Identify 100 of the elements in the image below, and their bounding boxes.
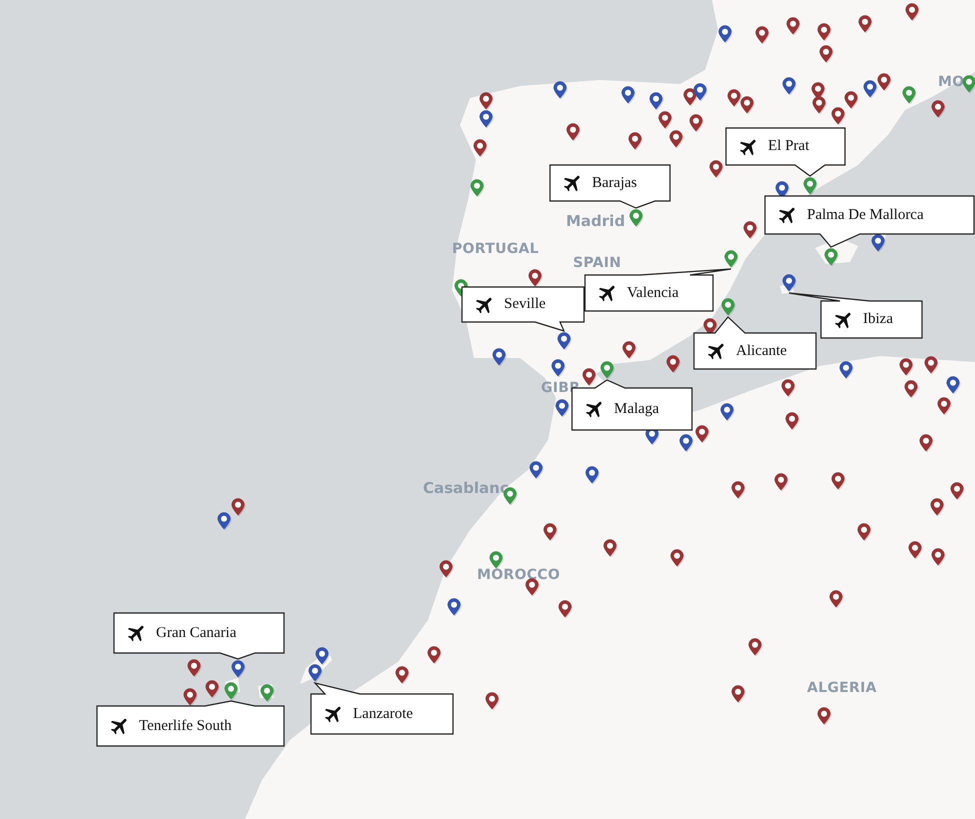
map-pin-icon[interactable] (479, 110, 493, 128)
map-pin-icon[interactable] (447, 598, 461, 616)
map-pin-icon[interactable] (525, 578, 539, 596)
map-pin-icon[interactable] (709, 160, 723, 178)
map-pin-icon[interactable] (748, 638, 762, 656)
airport-name: Valencia (627, 284, 679, 302)
map-pin-icon[interactable] (669, 130, 683, 148)
map-pin-icon[interactable] (529, 461, 543, 479)
map-pin-icon[interactable] (585, 466, 599, 484)
map-pin-icon[interactable] (621, 86, 635, 104)
map-pin-icon[interactable] (557, 332, 571, 350)
airport-name: Malaga (614, 400, 659, 418)
airport-name: Alicante (736, 342, 787, 360)
airport-name: Tenerlife South (139, 718, 232, 734)
map-pin-icon[interactable] (720, 403, 734, 421)
map-pin-icon[interactable] (528, 269, 542, 287)
map-pin-icon[interactable] (492, 348, 506, 366)
map-pin-icon[interactable] (693, 83, 707, 101)
map-pin-icon[interactable] (231, 660, 245, 678)
map-pin-icon[interactable] (755, 26, 769, 44)
map-pin-icon[interactable] (666, 355, 680, 373)
map-pin-icon[interactable] (187, 659, 201, 677)
map-pin-icon[interactable] (743, 221, 757, 239)
map-pin-icon[interactable] (217, 512, 231, 530)
map-pin-icon[interactable] (670, 549, 684, 567)
map-pin-icon[interactable] (857, 523, 871, 541)
map-pin-icon[interactable] (308, 664, 322, 682)
map-pin-icon[interactable] (899, 358, 913, 376)
map-pin-icon[interactable] (566, 123, 580, 141)
airport-name: El Prat (768, 138, 810, 155)
map-pin-icon[interactable] (485, 692, 499, 710)
map-pin-icon[interactable] (740, 96, 754, 114)
map-pin-icon[interactable] (924, 356, 938, 374)
airport-name: Lanzarote (353, 706, 413, 722)
country-label: PORTUGAL (452, 241, 539, 257)
map-pin-icon[interactable] (919, 434, 933, 452)
map-pin-icon[interactable] (427, 646, 441, 664)
map-pin-icon[interactable] (205, 680, 219, 698)
map-pin-icon[interactable] (930, 498, 944, 516)
map-pin-icon[interactable] (946, 376, 960, 394)
map-pin-icon[interactable] (718, 25, 732, 43)
country-label: SPAIN (573, 255, 622, 271)
map-pin-icon[interactable] (905, 3, 919, 21)
map-pin-icon[interactable] (831, 472, 845, 490)
map-pin-icon[interactable] (553, 81, 567, 99)
city-label: Madrid (566, 213, 626, 229)
map-pin-icon[interactable] (839, 361, 853, 379)
city-label: Casablanc (423, 480, 509, 496)
map-pin-icon[interactable] (829, 590, 843, 608)
map-pin-icon[interactable] (785, 412, 799, 430)
map-pin-icon[interactable] (786, 17, 800, 35)
map-pin-icon[interactable] (819, 45, 833, 63)
map-pin-icon[interactable] (622, 341, 636, 359)
airport-name: Ibiza (863, 311, 893, 328)
map-pin-icon[interactable] (937, 397, 951, 415)
map-pin-icon[interactable] (858, 15, 872, 33)
map-pin-icon[interactable] (183, 688, 197, 706)
map-pin-icon[interactable] (817, 707, 831, 725)
country-label: MO (938, 74, 964, 90)
map-pin-icon[interactable] (831, 107, 845, 125)
country-label: MOROCCO (477, 567, 560, 583)
map-pin-icon[interactable] (649, 92, 663, 110)
map-pin-icon[interactable] (863, 80, 877, 98)
airport-name: Seville (504, 296, 546, 313)
map-pin-icon[interactable] (844, 91, 858, 109)
map-pin-icon[interactable] (479, 92, 493, 110)
map-pin-icon[interactable] (877, 73, 891, 91)
country-label: ALGERIA (807, 680, 877, 696)
map-pin-icon[interactable] (931, 100, 945, 118)
map-pin-icon[interactable] (904, 380, 918, 398)
map-pin-icon[interactable] (774, 473, 788, 491)
map-pin-icon[interactable] (551, 359, 565, 377)
map-pin-icon[interactable] (658, 111, 672, 129)
map-pin-icon[interactable] (558, 600, 572, 618)
map-pin-icon[interactable] (543, 523, 557, 541)
map-pin-icon[interactable] (603, 539, 617, 557)
map-pin-icon[interactable] (812, 96, 826, 114)
map-pin-icon[interactable] (782, 77, 796, 95)
map-pin-icon[interactable] (908, 541, 922, 559)
map-pin-icon[interactable] (781, 379, 795, 397)
map-pin-icon[interactable] (689, 114, 703, 132)
map-pin-icon[interactable] (931, 548, 945, 566)
map-pin-icon[interactable] (817, 23, 831, 41)
map-pin-icon[interactable] (679, 434, 693, 452)
airport-name: Barajas (592, 174, 637, 192)
map-pin-icon[interactable] (731, 481, 745, 499)
map-pin-icon[interactable] (473, 139, 487, 157)
map-pin-icon[interactable] (782, 274, 796, 292)
map-pin-icon[interactable] (395, 666, 409, 684)
map-pin-icon[interactable] (315, 647, 329, 665)
map-pin-icon[interactable] (628, 132, 642, 150)
map-pin-icon[interactable] (439, 560, 453, 578)
map-pin-icon[interactable] (950, 482, 964, 500)
map-pin-icon[interactable] (231, 498, 245, 516)
map-pin-icon[interactable] (871, 234, 885, 252)
map-pin-icon[interactable] (582, 368, 596, 386)
map-pin-icon[interactable] (695, 425, 709, 443)
map-pin-icon[interactable] (731, 685, 745, 703)
map-pin-icon[interactable] (555, 399, 569, 417)
map-pin-icon[interactable] (727, 89, 741, 107)
